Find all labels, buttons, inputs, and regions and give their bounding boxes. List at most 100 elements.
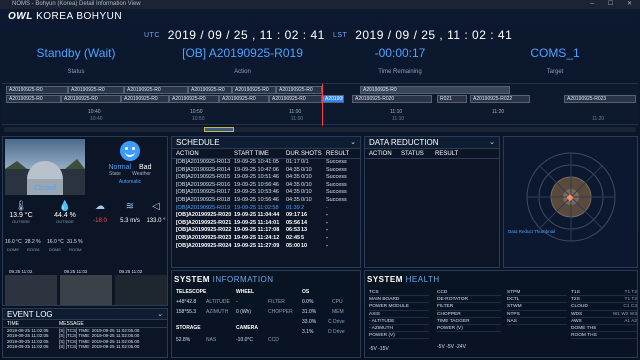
event-log-table-header: TIME MESSAGE <box>3 320 167 328</box>
health-label: ROOM THS <box>571 333 597 339</box>
timeline-block[interactable]: A20190925-R0 <box>121 95 169 103</box>
schedule-row[interactable]: [OB]A20190925-R023 19-09-25 11:24:12 02:45… <box>172 235 360 243</box>
smiley-icon <box>120 141 140 161</box>
time-remaining-value: -00:00:17 <box>374 46 426 60</box>
schedule-table-header: ACTION START TIME DUR. SHOTS RESULT <box>172 149 360 159</box>
schedule-cell: 19-09-25 10:56:46 <box>234 181 279 188</box>
dome-state: Closed <box>34 185 56 192</box>
utc-time: 2019 / 09 / 25 , 11 : 02 : 41 <box>167 28 325 42</box>
ccd-value: -10.0°C <box>236 337 254 343</box>
humidity-value: 44.4 % <box>54 212 76 219</box>
schedule-row[interactable]: [OB]A20190925-R017 19-09-25 10:53:46 04:35… <box>172 189 360 197</box>
telescope-heading: TELESCOPE <box>176 289 207 295</box>
schedule-cell: 05:00 <box>286 242 301 249</box>
timeline-block[interactable]: A20190925-R0 <box>232 86 276 94</box>
altitude-value: +48°42.8 <box>176 299 197 305</box>
schedule-cell: [OB]A20190925-R019 <box>176 204 231 211</box>
chevron-down-icon[interactable]: ⌄ <box>157 309 163 320</box>
cam-timestamp: 09.25 11:02 <box>119 269 143 274</box>
camera-thumbnail[interactable] <box>60 275 112 305</box>
timeline-block[interactable]: A20190925-R0 <box>360 86 510 94</box>
schedule-cell: 19-09-25 11:24:12 <box>234 234 280 241</box>
tick-label: 11:00 <box>289 109 302 115</box>
chevron-down-icon[interactable]: ⌄ <box>489 137 495 149</box>
health-item: DCTL <box>507 296 567 304</box>
health-label: T1S <box>571 290 580 295</box>
title-part: INFORMATION <box>212 275 274 284</box>
tick-label: 11:00 <box>291 116 304 122</box>
schedule-row[interactable]: [OB]A20190925-R020 19-09-25 11:04:44 09:17… <box>172 212 360 220</box>
timeline-block[interactable]: A20190925-R0 <box>124 86 188 94</box>
log-cell: [S] [TCS] TIME: 2019-09-25 11:02:05.00 <box>59 344 140 350</box>
schedule-row[interactable]: [OB]A20190925-R018 19-09-25 10:56:46 04:35… <box>172 197 360 205</box>
schedule-row[interactable]: [OB]A20190925-R013 19-09-25 10:41:05 01:17… <box>172 159 360 167</box>
tick-label: 11:20 <box>492 109 505 115</box>
c-drive-label: C Drive <box>328 319 345 325</box>
schedule-row[interactable]: [OB]A20190925-R019 19-09-25 11:02:58 01:39… <box>172 205 360 213</box>
schedule-row[interactable]: [OB]A20190925-R024 19-09-25 11:27:09 05:00… <box>172 243 360 251</box>
schedule-cell: 19-09-25 11:27:09 <box>234 242 280 249</box>
timeline-scroll-thumb[interactable] <box>204 127 234 132</box>
event-log-body: 2019-09-25 11:02:05 [S] [TCS] TIME: 2019-… <box>3 328 167 350</box>
sky-plot-panel: Data Reduct Thumbnail <box>503 136 638 268</box>
health-item: NTPS <box>507 311 567 318</box>
schedule-cell: [OB]A20190925-R017 <box>176 189 231 196</box>
timeline-block[interactable]: A20190925-R023 <box>564 95 636 103</box>
col-header: TIME <box>7 321 19 327</box>
chevron-down-icon[interactable]: ⌄ <box>350 137 356 149</box>
timeline-block[interactable]: A20190925-R020 <box>352 95 432 103</box>
camera-thumbnail[interactable] <box>115 275 167 305</box>
timeline-block[interactable]: A20190925-R0 <box>276 86 322 94</box>
schedule-row[interactable]: [OB]A20190925-R015 19-09-25 10:51:46 04:35… <box>172 174 360 182</box>
data-reduction-table-header: ACTION STATUS RESULT <box>365 149 499 159</box>
timeline-scrollbar[interactable] <box>4 127 636 132</box>
lst-time: 2019 / 09 / 25 , 11 : 02 : 41 <box>355 28 513 42</box>
schedule-cell: 10 <box>301 242 308 249</box>
brand: OWL KOREA BOHYUN <box>8 11 122 22</box>
camera-thumbnail[interactable] <box>5 275 57 305</box>
timeline-block[interactable]: A20190925-R0 <box>169 95 219 103</box>
health-label: AXIS <box>369 311 380 317</box>
timeline-block-current[interactable]: A20190925-R019 <box>322 95 344 103</box>
timeline-block[interactable]: R021 <box>437 95 467 103</box>
schedule-cell: 14 <box>301 219 308 226</box>
status-value: Standby (Wait) <box>36 46 116 60</box>
room-hum: 28.2 % <box>25 239 41 245</box>
health-item: MAIN BOARD <box>369 296 429 304</box>
mem-value: 31.0% <box>302 309 317 315</box>
timeline-block[interactable]: A20190925-R022 <box>470 95 530 103</box>
timeline-block[interactable]: A20190925-R0 <box>6 95 61 103</box>
schedule-cell: 04:35 <box>286 196 300 203</box>
storage-heading: STORAGE <box>176 325 201 331</box>
schedule-cell: [OB]A20190925-R018 <box>176 196 231 203</box>
schedule-row[interactable]: [OB]A20190925-R021 19-09-25 11:14:01 05:56… <box>172 220 360 228</box>
event-log-header: EVENT LOG ⌄ <box>3 309 167 320</box>
timeline-block[interactable]: A20190925-R0 <box>269 95 322 103</box>
window-controls[interactable]: ─ ☐ ✕ <box>590 0 638 9</box>
humidity-label: OUTSIDE <box>56 219 74 224</box>
timeline-block[interactable]: A20190925-R0 <box>188 86 232 94</box>
health-label: DCTL <box>507 297 520 303</box>
timeline-block[interactable]: A20190925-R0 <box>61 95 121 103</box>
log-row[interactable]: 2019-09-25 11:02:05 [S] [TCS] TIME: 2019-… <box>3 344 167 349</box>
health-label: T2S <box>571 297 580 303</box>
health-label: POWER (V) <box>369 333 395 339</box>
schedule-cell: 0/1 <box>301 159 309 165</box>
timeline-block[interactable]: A20190925-R0 <box>68 86 124 94</box>
camera-heading: CAMERA <box>236 325 258 331</box>
schedule-cell: 01:39 <box>286 204 300 211</box>
target-value: COMS_1 <box>530 46 580 60</box>
schedule-cell: Success <box>326 196 347 203</box>
timeline-block[interactable]: A20190925-R0 <box>6 86 68 94</box>
event-log-title: EVENT LOG <box>7 310 53 319</box>
schedule-timeline[interactable]: A20190925-R0 A20190925-R0 A20190925-R0 A… <box>2 83 638 126</box>
tick-label: 11:20 <box>592 116 605 122</box>
schedule-row[interactable]: [OB]A20190925-R014 19-09-25 10:47:06 04:35… <box>172 167 360 175</box>
schedule-row[interactable]: [OB]A20190925-R016 19-09-25 10:56:46 04:35… <box>172 182 360 190</box>
timeline-block[interactable]: A20190925-R0 <box>219 95 269 103</box>
schedule-cell: - <box>326 242 328 249</box>
schedule-cell: 04:35 <box>286 189 300 196</box>
schedule-cell: 19-09-25 11:17:08 <box>234 227 280 234</box>
health-item: AXIS <box>369 311 429 318</box>
schedule-row[interactable]: [OB]A20190925-R022 19-09-25 11:17:08 06:53… <box>172 227 360 235</box>
